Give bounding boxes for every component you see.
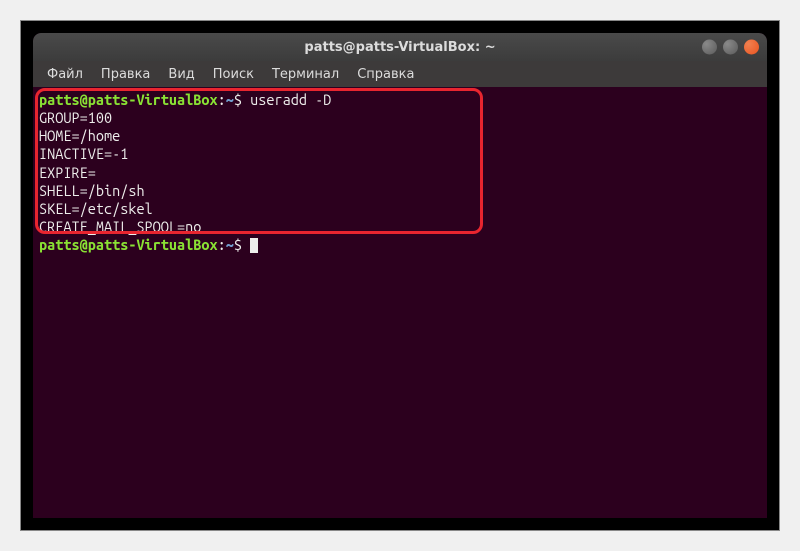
output-line: SKEL=/etc/skel bbox=[39, 200, 761, 218]
window-controls bbox=[702, 40, 759, 55]
prompt-sep: : bbox=[218, 236, 226, 253]
terminal-window: patts@patts-VirtualBox: ~ Файл Правка Ви… bbox=[33, 33, 767, 518]
screenshot-frame: patts@patts-VirtualBox: ~ Файл Правка Ви… bbox=[20, 20, 780, 531]
window-title: patts@patts-VirtualBox: ~ bbox=[304, 40, 495, 55]
menu-file[interactable]: Файл bbox=[39, 64, 91, 85]
prompt-sep: : bbox=[218, 91, 226, 108]
prompt-line-2: patts@patts-VirtualBox:~$ bbox=[39, 236, 761, 254]
output-line: CREATE_MAIL_SPOOL=no bbox=[39, 218, 761, 236]
maximize-button[interactable] bbox=[723, 40, 738, 55]
titlebar[interactable]: patts@patts-VirtualBox: ~ bbox=[33, 33, 767, 61]
prompt-user: patts@patts-VirtualBox bbox=[39, 236, 218, 253]
cursor bbox=[250, 238, 258, 253]
output-line: EXPIRE= bbox=[39, 164, 761, 182]
menu-view[interactable]: Вид bbox=[160, 64, 202, 85]
prompt-path: ~ bbox=[226, 236, 234, 253]
output-line: GROUP=100 bbox=[39, 109, 761, 127]
command-text: useradd -D bbox=[250, 91, 331, 108]
output-line: SHELL=/bin/sh bbox=[39, 182, 761, 200]
output-line: HOME=/home bbox=[39, 127, 761, 145]
output-line: INACTIVE=-1 bbox=[39, 145, 761, 163]
menubar: Файл Правка Вид Поиск Терминал Справка bbox=[33, 61, 767, 87]
menu-edit[interactable]: Правка bbox=[93, 64, 158, 85]
prompt-end: $ bbox=[234, 236, 250, 253]
prompt-user: patts@patts-VirtualBox bbox=[39, 91, 218, 108]
menu-help[interactable]: Справка bbox=[349, 64, 422, 85]
menu-terminal[interactable]: Терминал bbox=[264, 64, 347, 85]
close-button[interactable] bbox=[744, 40, 759, 55]
minimize-button[interactable] bbox=[702, 40, 717, 55]
prompt-line-1: patts@patts-VirtualBox:~$ useradd -D bbox=[39, 91, 761, 109]
prompt-end: $ bbox=[234, 91, 250, 108]
menu-search[interactable]: Поиск bbox=[205, 64, 262, 85]
prompt-path: ~ bbox=[226, 91, 234, 108]
terminal-body[interactable]: patts@patts-VirtualBox:~$ useradd -D GRO… bbox=[33, 87, 767, 518]
